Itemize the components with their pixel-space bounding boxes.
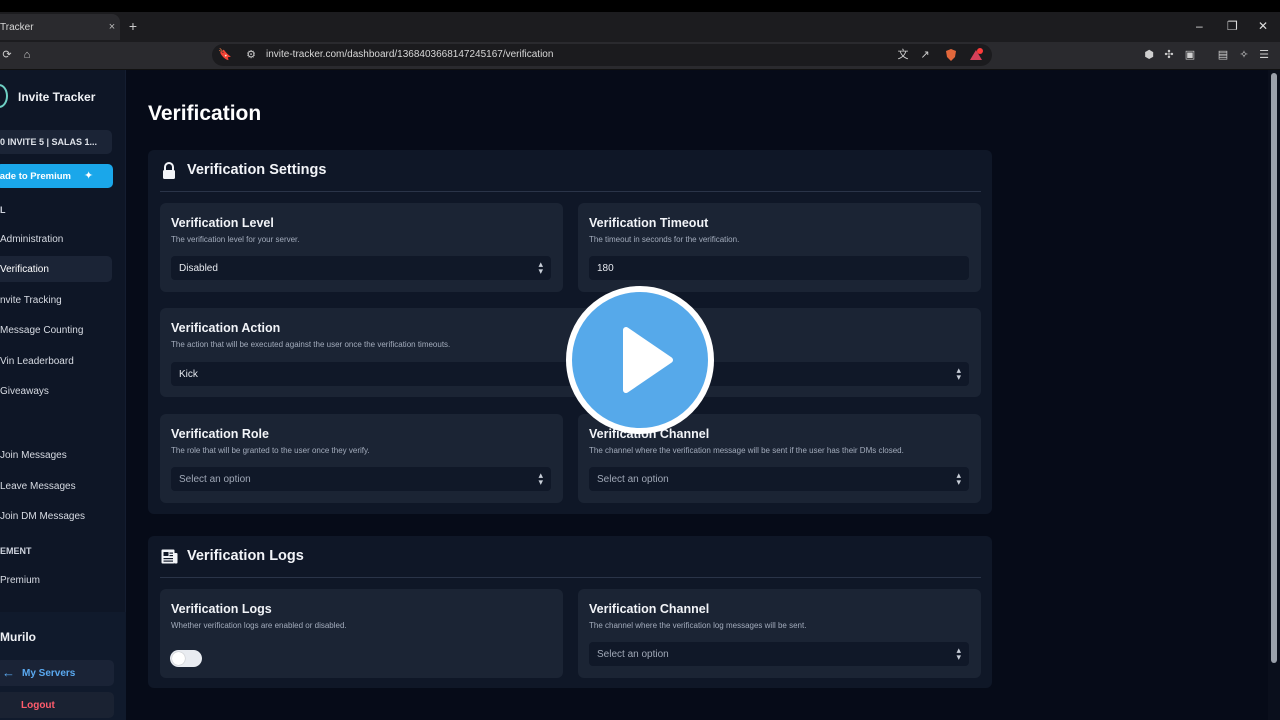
log-channel-desc: The channel where the verification log m… <box>589 621 807 630</box>
verification-timeout-input[interactable]: 180 <box>589 256 969 280</box>
sidebar-item-join-messages[interactable]: Join Messages <box>0 442 112 468</box>
tab-strip <box>0 12 1280 42</box>
home-icon[interactable]: ⌂ <box>20 48 34 62</box>
verification-action-desc: The action that will be executed against… <box>171 340 451 349</box>
section-label-general: L <box>0 205 6 215</box>
bookmark-icon[interactable]: 🔖 <box>218 48 232 62</box>
verification-logs-panel-title: Verification Logs <box>187 548 304 564</box>
chevron-updown-icon: ▴ ▾ <box>538 259 543 276</box>
log-channel-placeholder: Select an option <box>597 649 669 660</box>
site-settings-icon[interactable]: ⚙ <box>244 48 258 62</box>
verification-role-placeholder: Select an option <box>179 474 251 485</box>
verification-role-select[interactable]: Select an option ▴ ▾ <box>171 467 551 491</box>
share-icon[interactable]: ↗ <box>918 48 932 62</box>
translate-icon[interactable]: 文 <box>896 48 910 62</box>
verification-level-select[interactable]: Disabled ▴ ▾ <box>171 256 551 280</box>
lock-icon <box>161 162 177 179</box>
puzzle-icon[interactable]: ✣ <box>1162 48 1176 62</box>
verification-role-desc: The role that will be granted to the use… <box>171 446 370 455</box>
sparkle-icon: ✦ <box>84 170 94 182</box>
upgrade-premium-label: rade to Premium <box>0 171 71 182</box>
upgrade-premium-button[interactable]: rade to Premium ✦ <box>0 164 113 188</box>
verification-channel-select[interactable]: Select an option ▴ ▾ <box>589 467 969 491</box>
page-title: Verification <box>148 102 262 125</box>
verification-timeout-title: Verification Timeout <box>589 216 709 230</box>
rewards-icon[interactable] <box>968 48 983 62</box>
sidebar-item-verification[interactable]: Verification <box>0 256 112 282</box>
scrollbar-thumb[interactable] <box>1271 73 1277 663</box>
reload-icon[interactable]: ⟳ <box>0 48 14 62</box>
verification-level-value: Disabled <box>179 263 218 274</box>
verification-logs-desc: Whether verification logs are enabled or… <box>171 621 347 630</box>
sidebar-item-message-counting[interactable]: Message Counting <box>0 317 112 343</box>
chevron-updown-icon: ▴ ▾ <box>538 470 543 487</box>
minimize-button[interactable]: – <box>1196 18 1203 34</box>
verification-timeout-desc: The timeout in seconds for the verificat… <box>589 235 740 244</box>
browser-tab[interactable]: Tracker × <box>0 14 120 40</box>
panel-divider <box>160 191 981 192</box>
verification-level-desc: The verification level for your server. <box>171 235 300 244</box>
close-window-button[interactable]: ✕ <box>1258 18 1268 34</box>
sidebar-item-giveaways[interactable]: Giveaways <box>0 378 112 404</box>
chevron-updown-icon: ▴ ▾ <box>956 645 961 662</box>
tab-close-icon[interactable]: × <box>104 21 120 33</box>
user-name: Murilo <box>0 630 36 644</box>
wallet-icon[interactable]: ▤ <box>1216 48 1230 62</box>
sidebar-item-win-leaderboard[interactable]: Vin Leaderboard <box>0 348 112 374</box>
brave-shield-icon[interactable] <box>944 48 958 62</box>
verification-channel-desc: The channel where the verification messa… <box>589 446 904 455</box>
leo-icon[interactable]: ✧ <box>1237 48 1251 62</box>
menu-icon[interactable]: ☰ <box>1257 48 1271 62</box>
extension-icon[interactable]: ⬢ <box>1142 48 1156 62</box>
panel-divider <box>160 577 981 578</box>
play-button-overlay[interactable] <box>566 286 714 434</box>
logout-button[interactable]: Logout <box>0 692 114 718</box>
server-selector[interactable]: 0 INVITE 5 | SALAS 1... <box>0 130 112 154</box>
verification-logs-toggle[interactable] <box>170 650 202 667</box>
sidebar-item-invite-tracking[interactable]: nvite Tracking <box>0 287 112 313</box>
verification-timeout-value: 180 <box>597 263 614 274</box>
play-icon <box>623 327 673 393</box>
section-label-management: EMENT <box>0 546 32 556</box>
my-servers-button[interactable]: ← My Servers <box>0 660 114 686</box>
verification-role-title: Verification Role <box>171 427 269 441</box>
sidebar-item-join-dm-messages[interactable]: Join DM Messages <box>0 503 112 529</box>
verification-logs-title: Verification Logs <box>171 602 272 616</box>
brand-name: Invite Tracker <box>18 90 96 104</box>
sidebar-toggle-icon[interactable]: ▣ <box>1183 48 1197 62</box>
new-tab-button[interactable]: + <box>126 18 140 34</box>
log-channel-title: Verification Channel <box>589 602 710 616</box>
chevron-updown-icon: ▴ ▾ <box>956 365 961 382</box>
newspaper-icon <box>161 549 178 565</box>
tab-title: Tracker <box>0 21 34 33</box>
sidebar-item-premium[interactable]: Premium <box>0 567 112 593</box>
verification-channel-placeholder: Select an option <box>597 474 669 485</box>
verification-action-title: Verification Action <box>171 321 281 335</box>
my-servers-label: My Servers <box>22 668 76 679</box>
toggle-knob <box>172 652 185 665</box>
log-channel-select[interactable]: Select an option ▴ ▾ <box>589 642 969 666</box>
sidebar-item-administration[interactable]: Administration <box>0 226 112 252</box>
url-text[interactable]: invite-tracker.com/dashboard/13684036681… <box>266 49 553 60</box>
chevron-updown-icon: ▴ ▾ <box>956 470 961 487</box>
arrow-left-icon: ← <box>2 665 15 680</box>
verification-level-title: Verification Level <box>171 216 274 230</box>
verification-settings-title: Verification Settings <box>187 162 327 178</box>
top-black-bar <box>0 0 1280 12</box>
sidebar-item-leave-messages[interactable]: Leave Messages <box>0 473 112 499</box>
verification-action-value: Kick <box>179 369 198 380</box>
restore-button[interactable]: ❐ <box>1227 18 1238 34</box>
